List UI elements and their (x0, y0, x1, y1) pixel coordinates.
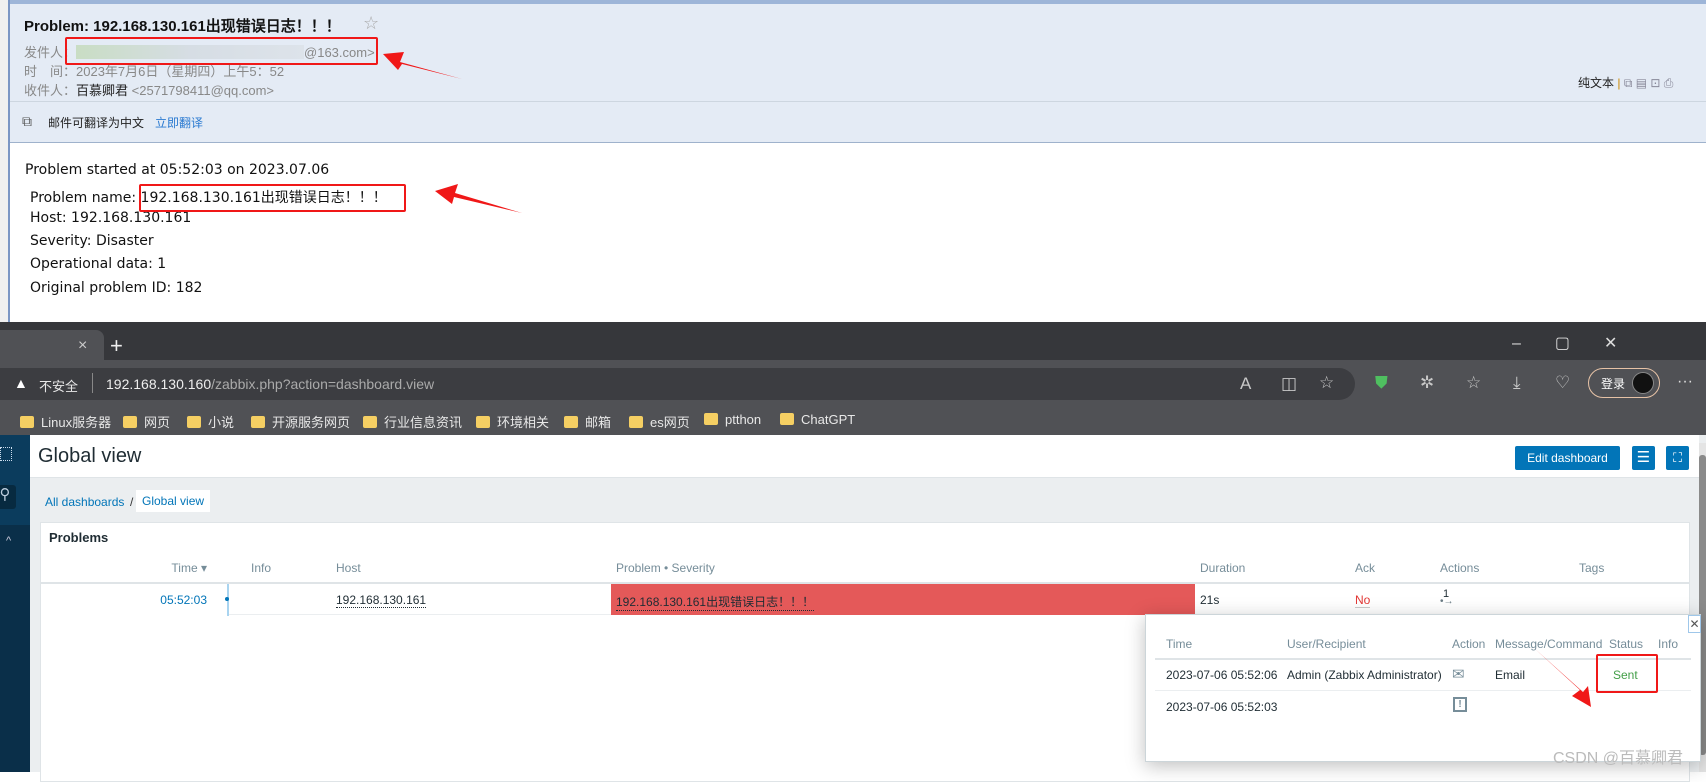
annotation-arrows (383, 52, 1591, 707)
